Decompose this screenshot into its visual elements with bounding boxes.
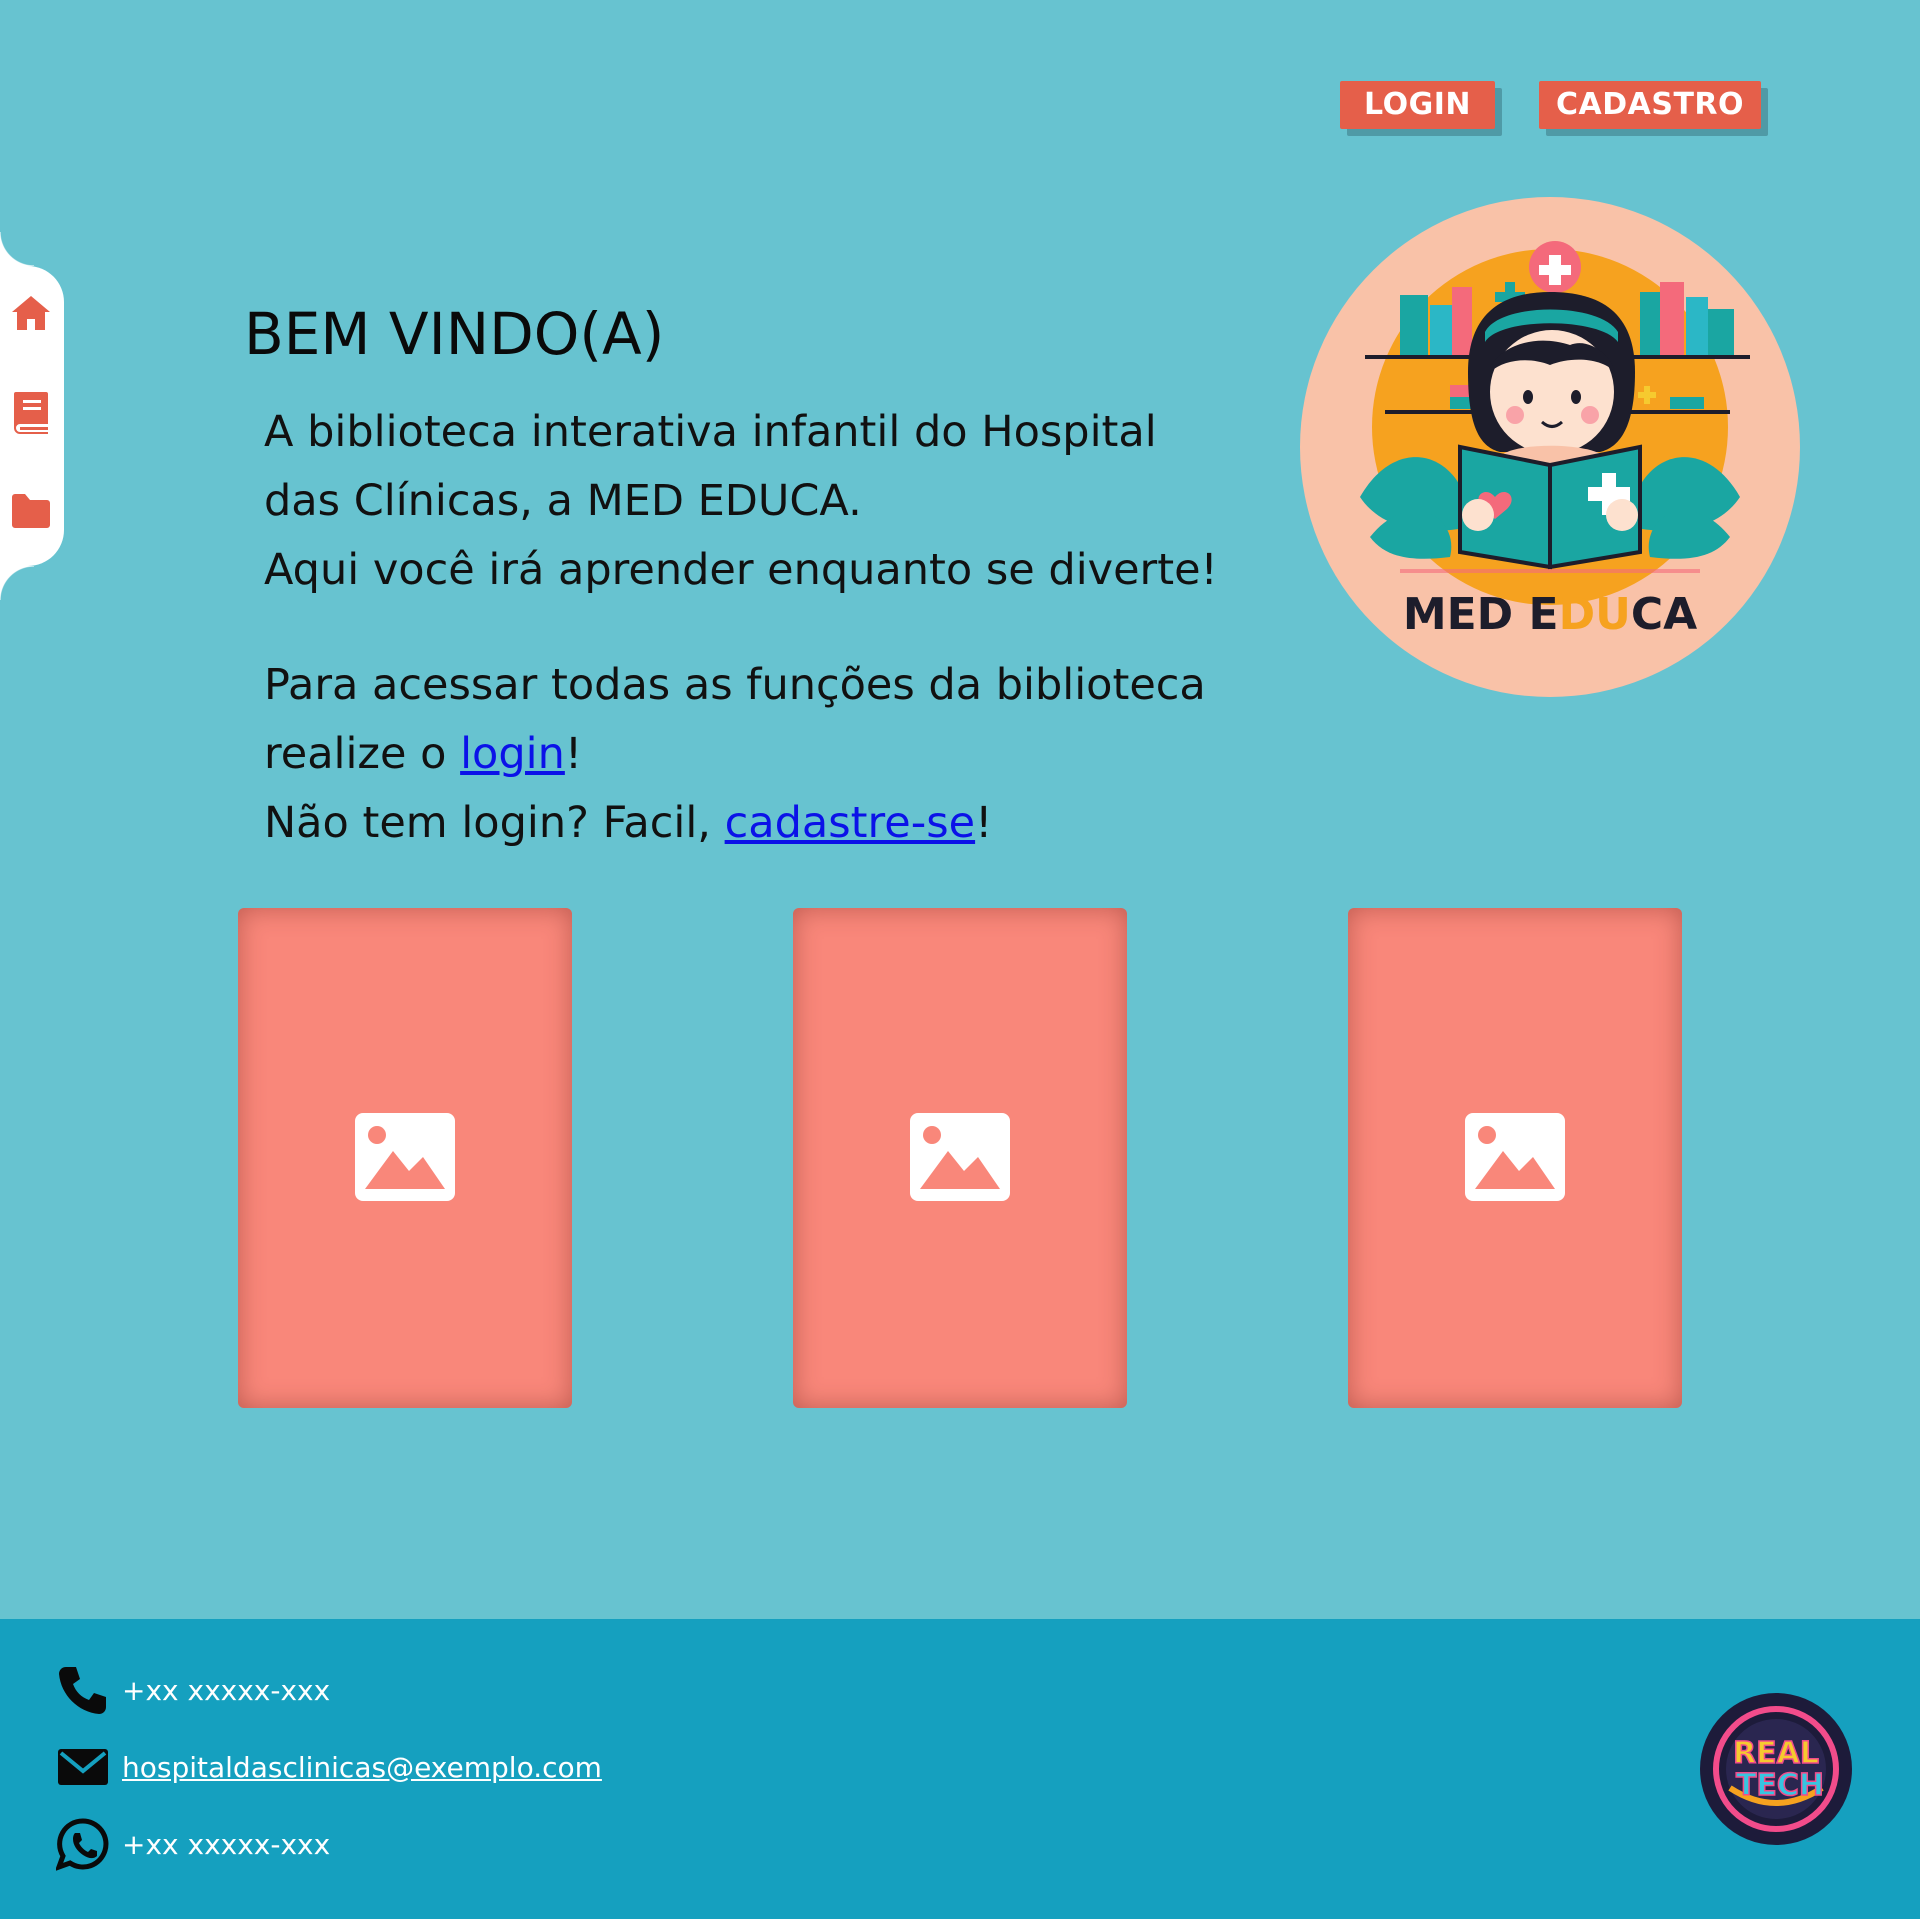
contact-email: hospitaldasclinicas@exemplo.com bbox=[56, 1740, 602, 1794]
signup-link[interactable]: cadastre-se bbox=[725, 798, 975, 848]
mail-icon bbox=[56, 1740, 110, 1794]
book-card[interactable] bbox=[793, 908, 1127, 1408]
book-card[interactable] bbox=[238, 908, 572, 1408]
phone-icon bbox=[56, 1663, 110, 1717]
login-button[interactable]: LOGIN bbox=[1340, 81, 1495, 129]
realtech-logo: REAL TECH bbox=[1700, 1693, 1852, 1845]
book-card[interactable] bbox=[1348, 908, 1682, 1408]
side-nav bbox=[0, 232, 64, 600]
page-title: BEM VINDO(A) bbox=[244, 300, 665, 368]
svg-text:MED EDUCA: MED EDUCA bbox=[1403, 589, 1697, 640]
no-login-text: Não tem login? Facil, bbox=[264, 798, 725, 848]
svg-text:TECH: TECH bbox=[1736, 1768, 1824, 1803]
exclaim-2: ! bbox=[975, 798, 993, 848]
whatsapp-number: +xx xxxxx-xxx bbox=[122, 1827, 331, 1861]
book-icon[interactable] bbox=[10, 390, 52, 434]
login-link[interactable]: login bbox=[460, 729, 565, 779]
intro-line-1: A biblioteca interativa infantil do Hosp… bbox=[264, 407, 1157, 526]
email-link[interactable]: hospitaldasclinicas@exemplo.com bbox=[122, 1751, 602, 1784]
contact-phone: +xx xxxxx-xxx bbox=[56, 1663, 330, 1717]
access-text: Para acessar todas as funções da bibliot… bbox=[264, 660, 1206, 779]
image-placeholder-icon bbox=[355, 1113, 455, 1201]
intro-line-2: Aqui você irá aprender enquanto se diver… bbox=[264, 545, 1218, 595]
phone-number: +xx xxxxx-xxx bbox=[122, 1673, 331, 1707]
cadastro-button[interactable]: CADASTRO bbox=[1539, 81, 1761, 129]
svg-text:REAL: REAL bbox=[1733, 1736, 1819, 1771]
med-educa-logo: MED EDUCA bbox=[1300, 197, 1800, 697]
image-placeholder-icon bbox=[910, 1113, 1010, 1201]
intro-text: A biblioteca interativa infantil do Hosp… bbox=[264, 398, 1224, 858]
image-placeholder-icon bbox=[1465, 1113, 1565, 1201]
contact-whatsapp: +xx xxxxx-xxx bbox=[54, 1817, 331, 1872]
whatsapp-icon bbox=[54, 1817, 110, 1872]
home-icon[interactable] bbox=[10, 292, 52, 334]
exclaim-1: ! bbox=[564, 729, 583, 779]
folder-icon[interactable] bbox=[10, 492, 52, 534]
